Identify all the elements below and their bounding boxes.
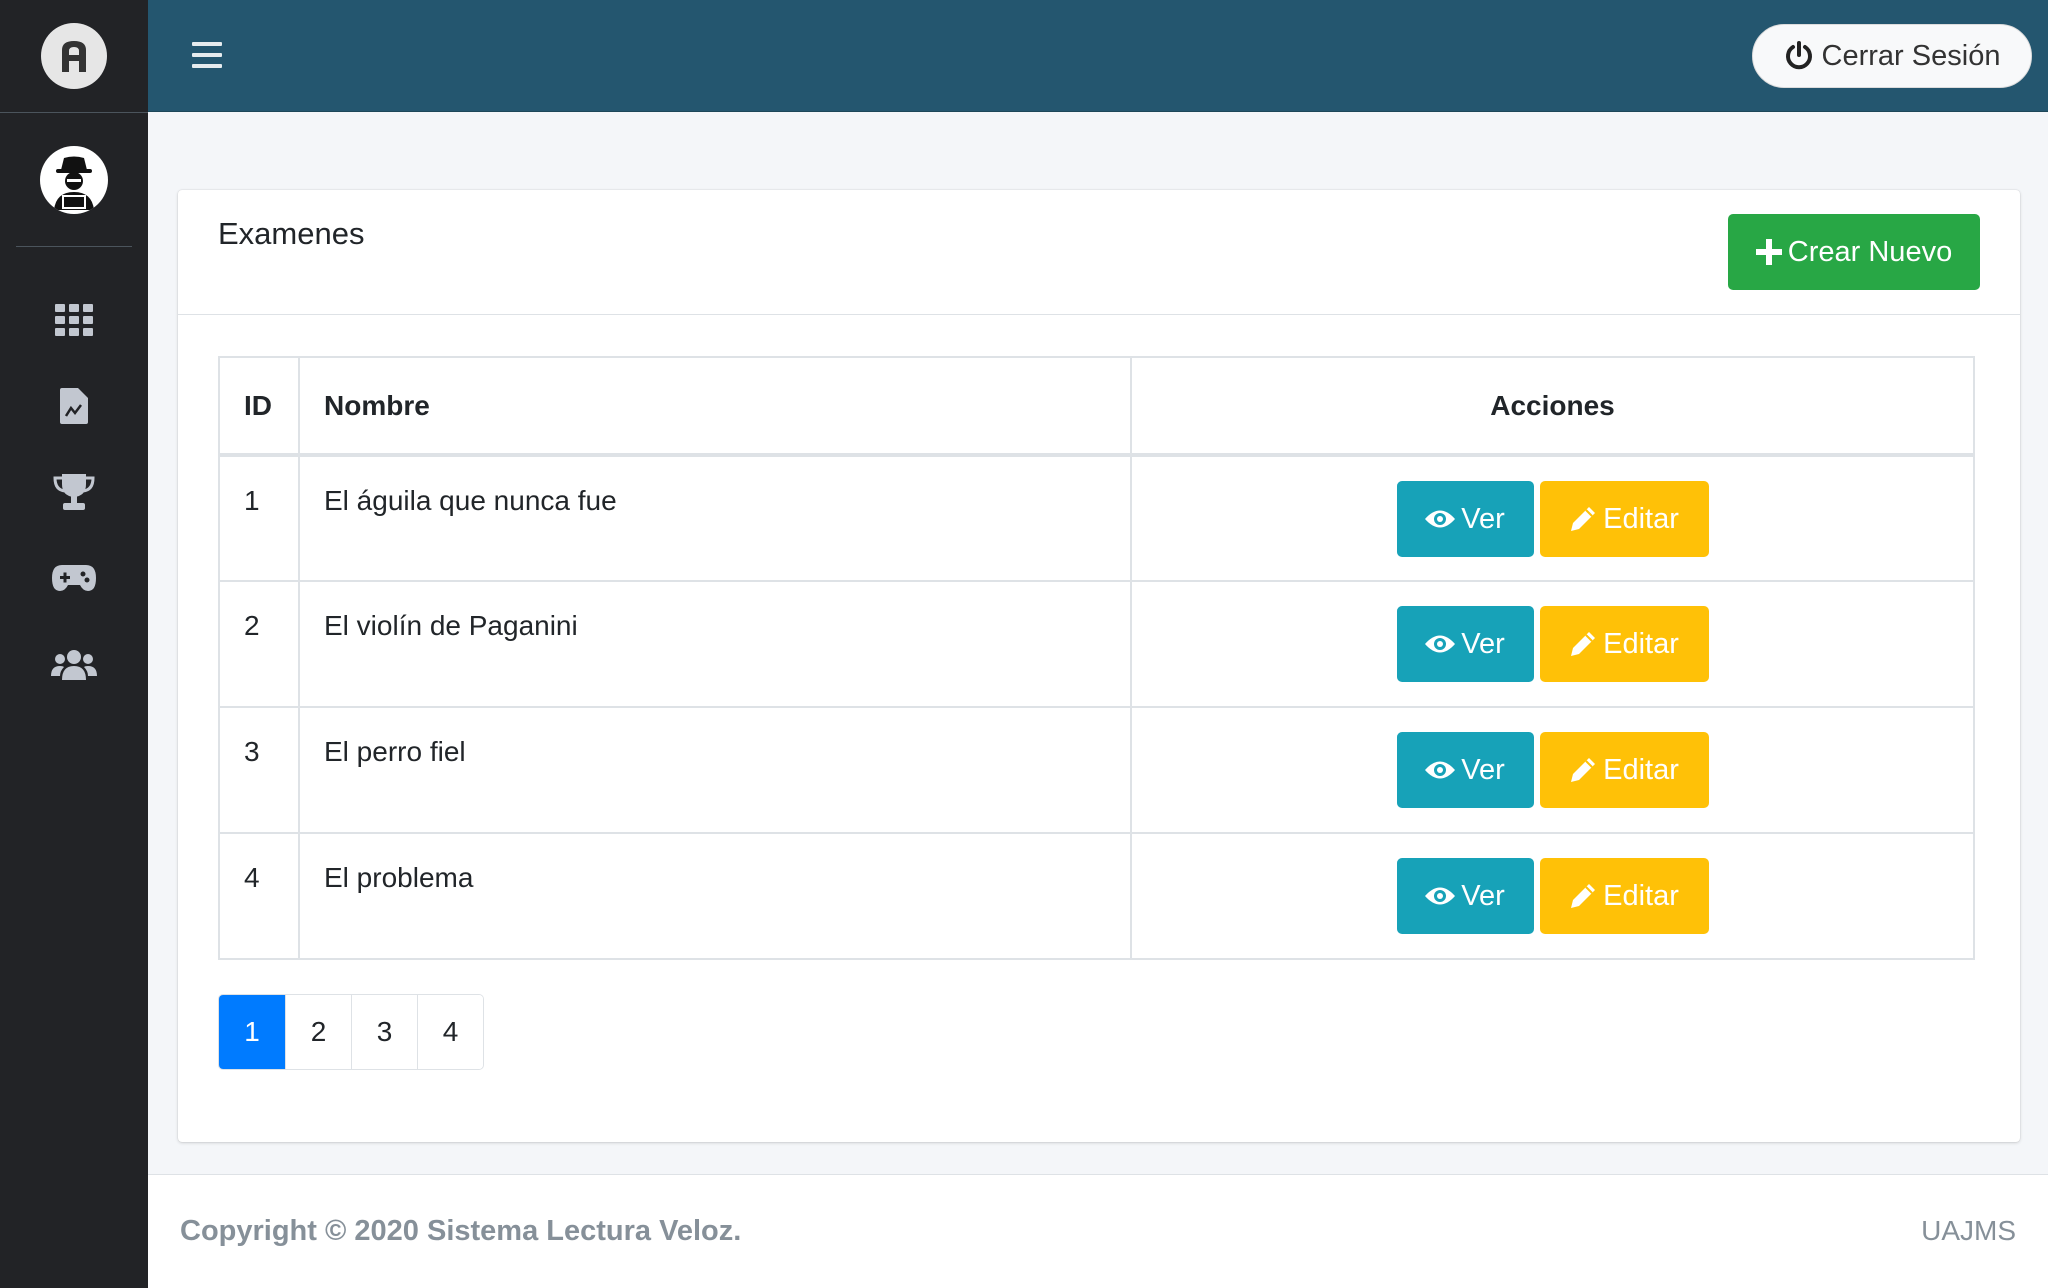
footer-institution: UAJMS <box>1921 1215 2016 1246</box>
table-row: 1 El águila que nunca fue Ver Editar <box>218 454 1975 582</box>
footer: Copyright © 2020 Sistema Lectura Veloz. … <box>148 1174 2048 1288</box>
sidebar-item-users[interactable] <box>0 621 148 707</box>
page-link-1[interactable]: 1 <box>219 995 285 1069</box>
edit-label: Editar <box>1603 753 1679 786</box>
table-row: 3 El perro fiel Ver Editar <box>218 706 1975 834</box>
menu-toggle-icon[interactable] <box>192 42 222 70</box>
page-link-3[interactable]: 3 <box>351 995 417 1069</box>
card-header: Examenes Crear Nuevo <box>178 190 2020 315</box>
eye-icon <box>1425 635 1456 653</box>
pencil-icon <box>1571 507 1596 531</box>
page-link-4[interactable]: 4 <box>417 995 483 1069</box>
column-header-id: ID <box>218 356 300 457</box>
row-actions: Ver Editar <box>1130 706 1975 834</box>
users-icon <box>51 650 97 680</box>
pagination: 1 2 3 4 <box>218 994 484 1070</box>
exams-card: Examenes Crear Nuevo ID Nombre Acciones … <box>178 190 2020 1142</box>
sidebar <box>0 0 148 1288</box>
row-actions: Ver Editar <box>1130 832 1975 960</box>
row-id: 2 <box>218 580 300 708</box>
view-label: Ver <box>1461 879 1505 912</box>
sidebar-item-games[interactable] <box>0 535 148 621</box>
column-header-actions: Acciones <box>1130 356 1975 457</box>
brand-logo-icon[interactable] <box>41 23 107 89</box>
row-actions: Ver Editar <box>1130 580 1975 708</box>
row-id: 3 <box>218 706 300 834</box>
view-label: Ver <box>1461 502 1505 535</box>
power-icon <box>1785 41 1812 70</box>
table-row: 4 El problema Ver Editar <box>218 832 1975 960</box>
pencil-icon <box>1571 632 1596 656</box>
row-name: El violín de Paganini <box>298 580 1132 708</box>
edit-button[interactable]: Editar <box>1539 606 1709 682</box>
create-new-label: Crear Nuevo <box>1787 235 1953 268</box>
create-new-button[interactable]: Crear Nuevo <box>1728 214 1980 290</box>
exams-table: ID Nombre Acciones 1 El águila que nunca… <box>218 356 1975 960</box>
edit-label: Editar <box>1603 502 1679 535</box>
view-label: Ver <box>1461 753 1505 786</box>
edit-button[interactable]: Editar <box>1539 481 1709 557</box>
logout-label: Cerrar Sesión <box>1821 39 2001 72</box>
row-actions: Ver Editar <box>1130 454 1975 582</box>
row-name: El problema <box>298 832 1132 960</box>
edit-button[interactable]: Editar <box>1539 858 1709 934</box>
pencil-icon <box>1571 884 1596 908</box>
eye-icon <box>1425 510 1456 528</box>
edit-label: Editar <box>1603 627 1679 660</box>
column-header-name: Nombre <box>298 356 1132 457</box>
page-link-2[interactable]: 2 <box>285 995 351 1069</box>
table-row: 2 El violín de Paganini Ver Editar <box>218 580 1975 708</box>
view-button[interactable]: Ver <box>1396 732 1534 808</box>
row-name: El águila que nunca fue <box>298 454 1132 582</box>
page-title: Examenes <box>218 216 365 251</box>
sidebar-item-reports[interactable] <box>0 363 148 449</box>
view-label: Ver <box>1461 627 1505 660</box>
row-id: 1 <box>218 454 300 582</box>
sidebar-item-trophies[interactable] <box>0 449 148 535</box>
document-chart-icon <box>60 388 88 424</box>
gamepad-icon <box>52 565 96 591</box>
row-name: El perro fiel <box>298 706 1132 834</box>
grid-icon <box>55 304 93 336</box>
trophy-icon <box>53 474 95 510</box>
eye-icon <box>1425 761 1456 779</box>
footer-copyright: Copyright © 2020 Sistema Lectura Veloz. <box>180 1215 742 1247</box>
eye-icon <box>1425 887 1456 905</box>
brand[interactable] <box>0 0 148 113</box>
view-button[interactable]: Ver <box>1396 606 1534 682</box>
logout-button[interactable]: Cerrar Sesión <box>1752 24 2032 88</box>
row-id: 4 <box>218 832 300 960</box>
pencil-icon <box>1571 758 1596 782</box>
sidebar-nav <box>0 277 148 707</box>
avatar[interactable] <box>40 145 108 214</box>
view-button[interactable]: Ver <box>1396 858 1534 934</box>
topbar: Cerrar Sesión <box>148 0 2048 112</box>
plus-icon <box>1755 239 1782 265</box>
table-header-row: ID Nombre Acciones <box>218 356 1975 457</box>
view-button[interactable]: Ver <box>1396 481 1534 557</box>
sidebar-item-dashboard[interactable] <box>0 277 148 363</box>
edit-label: Editar <box>1603 879 1679 912</box>
user-panel <box>16 113 132 247</box>
edit-button[interactable]: Editar <box>1539 732 1709 808</box>
